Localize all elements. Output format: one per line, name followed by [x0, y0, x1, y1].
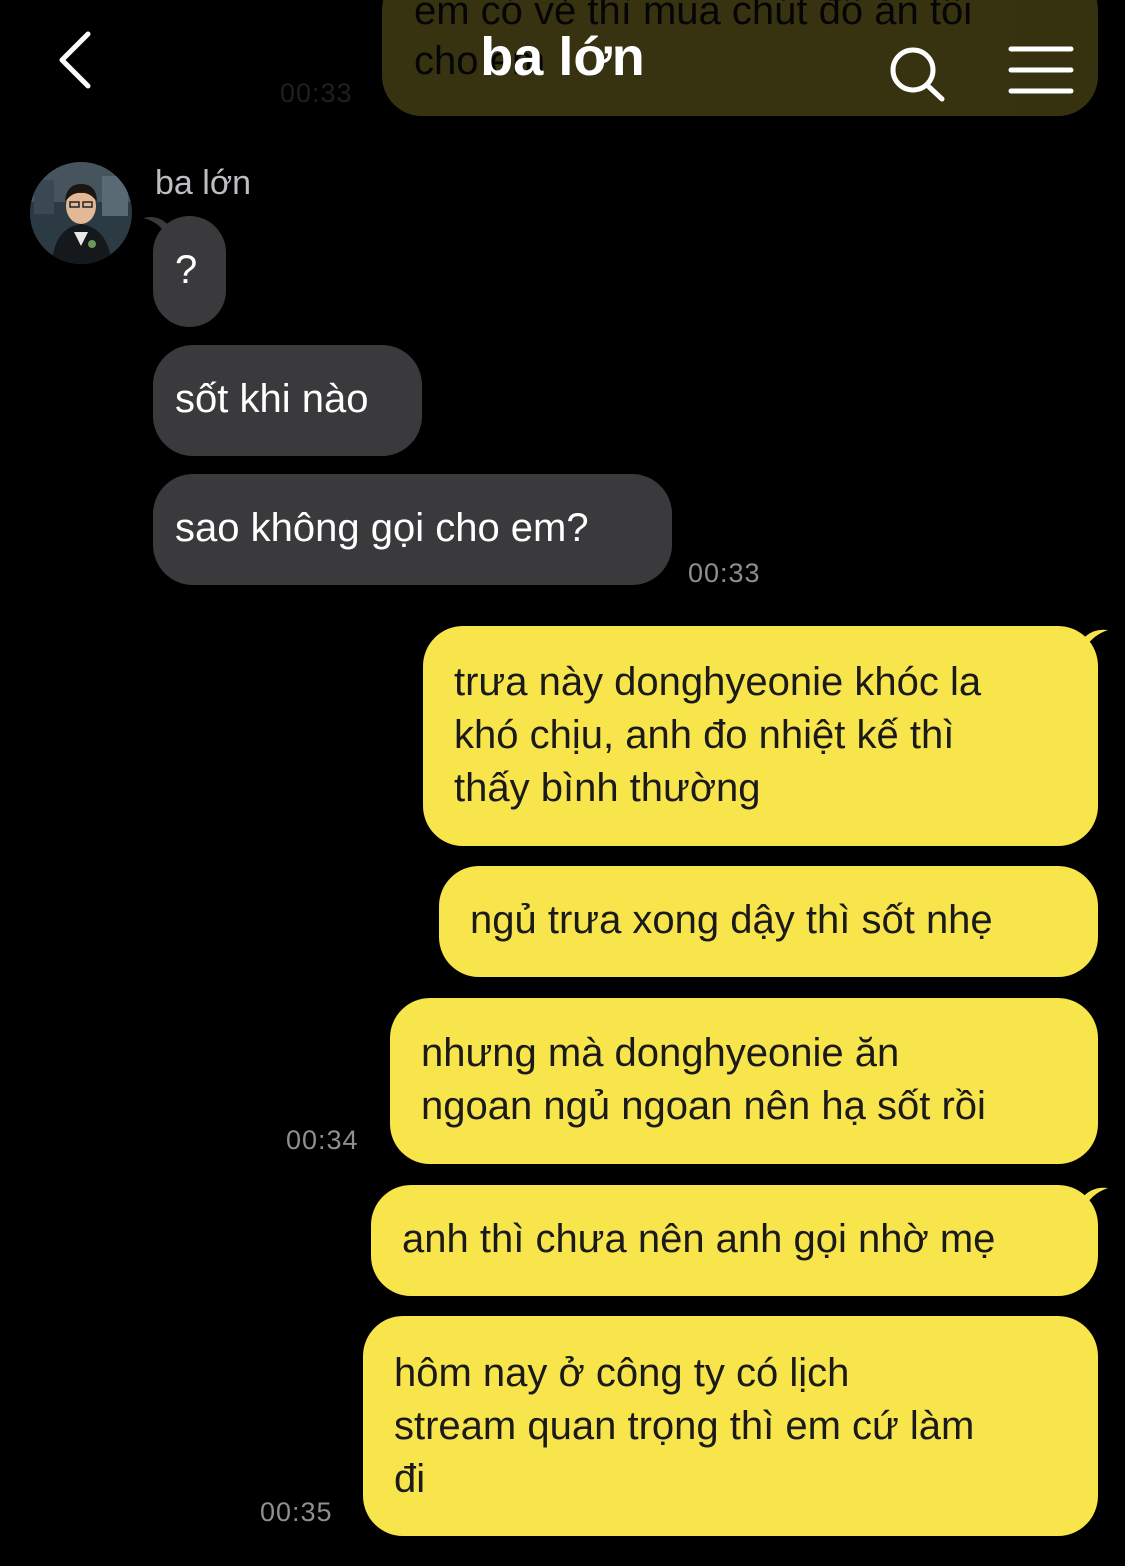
incoming-message-3[interactable]: sao không gọi cho em? — [153, 474, 672, 585]
message-line: trưa này donghyeonie khóc la — [454, 660, 982, 704]
search-button[interactable] — [886, 42, 950, 106]
message-time: 00:35 — [260, 1497, 333, 1527]
message-line: hôm nay ở công ty có lịch — [394, 1351, 850, 1395]
outgoing-message-4[interactable]: anh thì chưa nên anh gọi nhờ mẹ — [371, 1185, 1098, 1296]
message-time: 00:33 — [688, 558, 761, 588]
search-icon — [890, 47, 945, 102]
message-text: sao không gọi cho em? — [175, 506, 589, 550]
message-line: nhưng mà donghyeonie ăn — [421, 1031, 900, 1075]
outgoing-message-3[interactable]: nhưng mà donghyeonie ăn ngoan ngủ ngoan … — [390, 998, 1098, 1164]
incoming-message-2[interactable]: sốt khi nào — [153, 345, 422, 456]
outgoing-message-1[interactable]: trưa này donghyeonie khóc la khó chịu, a… — [423, 626, 1098, 846]
message-line: ngoan ngủ ngoan nên hạ sốt rồi — [421, 1084, 986, 1128]
outgoing-message-5[interactable]: hôm nay ở công ty có lịch stream quan tr… — [363, 1316, 1098, 1536]
message-text: anh thì chưa nên anh gọi nhờ mẹ — [402, 1217, 996, 1261]
outgoing-message-2[interactable]: ngủ trưa xong dậy thì sốt nhẹ — [439, 866, 1098, 977]
sender-name: ba lớn — [155, 164, 252, 202]
message-line: khó chịu, anh đo nhiệt kế thì — [454, 713, 955, 757]
message-text: sốt khi nào — [175, 377, 369, 421]
menu-icon — [1008, 46, 1074, 94]
message-line: đi — [394, 1457, 426, 1501]
message-text: ? — [175, 248, 198, 292]
avatar[interactable] — [30, 162, 132, 264]
menu-button[interactable] — [1008, 44, 1074, 98]
chat-title: ba lớn — [480, 27, 645, 87]
avatar-image — [30, 162, 132, 264]
message-line: stream quan trọng thì em cứ làm — [394, 1404, 975, 1448]
message-line: thấy bình thường — [454, 766, 761, 810]
message-text: ngủ trưa xong dậy thì sốt nhẹ — [470, 898, 993, 942]
incoming-message-1[interactable]: ? — [153, 216, 226, 327]
message-time: 00:34 — [286, 1125, 359, 1155]
